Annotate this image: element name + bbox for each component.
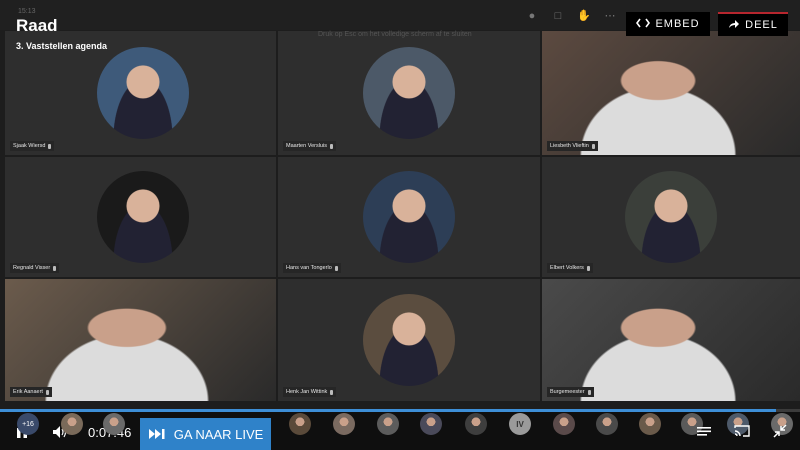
participant-video (363, 47, 455, 139)
participant-name: Burgemeester (550, 389, 585, 395)
mic-muted-icon (48, 143, 52, 149)
participant-tile: Elbert Volkers (542, 157, 800, 277)
strip-avatar[interactable] (289, 413, 311, 435)
participant-video (97, 47, 189, 139)
strip-avatar[interactable] (596, 413, 618, 435)
participant-name-label: Maarten Versluis (283, 141, 336, 151)
strip-avatar[interactable] (377, 413, 399, 435)
participant-video (625, 171, 717, 263)
more-participants-count: +16 (22, 420, 34, 428)
participant-name: Henk Jan Wittink (286, 389, 328, 395)
clock-faint: 15:13 (18, 8, 36, 15)
cast-icon (734, 425, 750, 437)
share-button[interactable]: DEEL (718, 12, 788, 36)
strip-avatar[interactable] (465, 413, 487, 435)
participant-tile: Henk Jan Wittink (278, 279, 540, 401)
participant-name-label: Sjaak Wiersd (10, 141, 55, 151)
mic-muted-icon (329, 143, 333, 149)
go-live-label: GA NAAR LIVE (173, 426, 264, 442)
mic-muted-icon (334, 265, 338, 271)
teams-toolbar: ● □ ✋ ⋯ (525, 10, 617, 22)
strip-avatar[interactable] (61, 413, 83, 435)
mic-muted-icon (53, 265, 57, 271)
captions-button[interactable] (696, 424, 712, 438)
skip-forward-icon (148, 429, 165, 439)
participant-name-label: Henk Jan Wittink (283, 387, 337, 397)
participant-tile: Regnald Visser (5, 157, 276, 277)
avatar-initials: IV (516, 419, 524, 429)
share-label: DEEL (745, 19, 778, 31)
mic-muted-icon (587, 389, 591, 395)
participant-tile: Liesbeth Vlieftin (542, 31, 800, 155)
mic-muted-icon (330, 389, 334, 395)
exit-fullscreen-button[interactable] (772, 424, 788, 438)
participant-video (5, 279, 276, 401)
embed-label: EMBED (655, 18, 700, 30)
participant-name-label: Erik Aanaert (10, 387, 52, 397)
participant-name: Regnald Visser (13, 265, 51, 271)
participant-name: Elbert Volkers (550, 265, 584, 271)
mic-muted-icon (45, 389, 49, 395)
fullscreen-hint: Druk op Esc om het volledige scherm af t… (318, 31, 472, 38)
chat-icon: □ (554, 10, 562, 22)
strip-avatar[interactable] (553, 413, 575, 435)
participant-name: Liesbeth Vlieftin (550, 143, 589, 149)
participant-tile: Erik Aanaert (5, 279, 276, 401)
participant-video (542, 31, 800, 155)
participant-tile: Hans van Tongerlo (278, 157, 540, 277)
participant-video (363, 171, 455, 263)
participant-video (542, 279, 800, 401)
agenda-item: 3. Vaststellen agenda (16, 41, 108, 51)
page-title: Raad (16, 16, 58, 35)
participant-tile: Maarten Versluis (278, 31, 540, 155)
participant-name: Erik Aanaert (13, 389, 43, 395)
menu-icon (697, 427, 711, 436)
mic-muted-icon (586, 265, 590, 271)
mic-muted-icon (591, 143, 595, 149)
participant-name-label: Elbert Volkers (547, 263, 593, 273)
initials-avatar[interactable]: IV (509, 413, 531, 435)
go-live-button[interactable]: GA NAAR LIVE (140, 418, 271, 450)
participant-name-label: Regnald Visser (10, 263, 60, 273)
share-icon (728, 19, 740, 32)
participant-video (97, 171, 189, 263)
participant-tile: Burgemeester (542, 279, 800, 401)
people-icon: ● (528, 10, 536, 22)
more-icon: ⋯ (604, 10, 616, 22)
participant-name: Hans van Tongerlo (286, 265, 332, 271)
strip-avatar[interactable] (103, 413, 125, 435)
embed-button[interactable]: EMBED (626, 12, 710, 36)
hand-icon: ✋ (577, 10, 591, 22)
strip-avatar[interactable] (639, 413, 661, 435)
participant-name-label: Hans van Tongerlo (283, 263, 341, 273)
code-icon (636, 18, 651, 31)
strip-avatar[interactable] (420, 413, 442, 435)
strip-avatar[interactable] (333, 413, 355, 435)
participant-video (363, 294, 455, 386)
participant-name: Maarten Versluis (286, 143, 327, 149)
exit-fullscreen-icon (773, 424, 787, 438)
cast-button[interactable] (734, 424, 750, 438)
participant-name: Sjaak Wiersd (13, 143, 46, 149)
participant-name-label: Burgemeester (547, 387, 594, 397)
participant-name-label: Liesbeth Vlieftin (547, 141, 598, 151)
more-participants-badge[interactable]: +16 (17, 413, 39, 435)
